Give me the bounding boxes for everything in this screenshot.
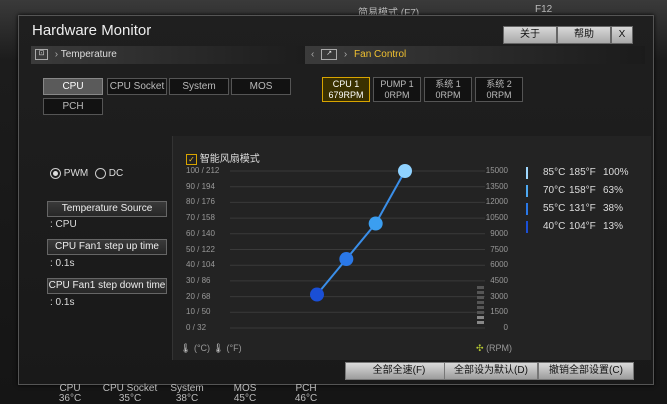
reading-value: 46°C	[294, 393, 318, 404]
reading-value: 45°C	[233, 393, 257, 404]
cancel-all-button[interactable]: 撤销全部设置(C)	[538, 362, 634, 380]
full-speed-button[interactable]: 全部全速(F)	[345, 362, 453, 380]
legend-color-bar	[526, 221, 528, 233]
y-left-tick: 90 / 194	[186, 181, 215, 191]
rpm-units: ✣ (RPM)	[476, 343, 512, 354]
rpm-bar-segment	[477, 306, 484, 309]
y-left-tick: 0 / 32	[186, 323, 207, 332]
legend-celsius: 70°C	[543, 185, 566, 196]
legend-percent: 13%	[603, 221, 624, 232]
y-left-tick: 50 / 122	[186, 244, 215, 254]
rpm-bar-segment	[477, 311, 484, 314]
reading-value: 38°C	[175, 393, 199, 404]
fan-curve-line	[316, 170, 406, 296]
temp-units: 🌡 (°C) 🌡 (°F)	[180, 343, 242, 354]
curve-point	[339, 252, 354, 267]
set-default-button[interactable]: 全部设为默认(D)	[444, 362, 538, 380]
rpm-bar-segment	[477, 286, 484, 289]
rpm-bar-segment	[477, 301, 484, 304]
fan-icon: ✣	[476, 343, 484, 353]
legend-fahrenheit: 131°F	[569, 203, 596, 214]
legend-celsius: 85°C	[543, 167, 566, 178]
rpm-bar-segment	[477, 321, 484, 324]
legend-fahrenheit: 104°F	[569, 221, 596, 232]
legend-color-bar	[526, 203, 528, 215]
y-left-tick: 30 / 86	[186, 275, 211, 285]
y-left-tick: 60 / 140	[186, 228, 215, 238]
fahrenheit-unit[interactable]: (°F)	[227, 343, 242, 353]
rpm-bar-segment	[477, 316, 484, 319]
celsius-unit[interactable]: (°C)	[194, 343, 210, 353]
curve-point	[310, 287, 324, 302]
legend-percent: 63%	[603, 185, 624, 196]
rpm-bar-segment	[477, 296, 484, 299]
legend-fahrenheit: 185°F	[569, 167, 596, 178]
thermometer-icon[interactable]: 🌡	[213, 343, 224, 353]
reading-mos: MOS 45°C	[230, 384, 260, 404]
legend-color-bar	[526, 185, 528, 197]
reading-cpu-socket: CPU Socket 35°C	[100, 384, 160, 404]
legend-percent: 100%	[603, 167, 629, 178]
y-left-tick: 10 / 50	[186, 307, 211, 317]
fan-curve-chart[interactable]	[0, 0, 667, 400]
reading-system: System 38°C	[167, 384, 207, 404]
reading-value: 36°C	[58, 393, 82, 404]
legend-celsius: 55°C	[543, 203, 566, 214]
rpm-scale-bar	[477, 286, 484, 324]
reading-cpu: CPU 36°C	[55, 384, 85, 404]
curve-point	[398, 164, 412, 178]
curve-point	[368, 216, 383, 231]
y-left-tick: 20 / 68	[186, 291, 211, 301]
rpm-unit: (RPM)	[486, 343, 513, 353]
y-left-tick: 80 / 176	[186, 197, 215, 207]
chart-grid	[230, 170, 485, 329]
rpm-bar-segment	[477, 291, 484, 294]
y-left-tick: 40 / 104	[186, 260, 215, 270]
legend-fahrenheit: 158°F	[569, 185, 596, 196]
reading-value: 35°C	[118, 393, 142, 404]
legend-percent: 38%	[603, 203, 624, 214]
legend-color-bar	[526, 167, 528, 179]
y-left-tick: 70 / 158	[186, 213, 215, 223]
legend-celsius: 40°C	[543, 221, 566, 232]
y-left-tick: 100 / 212	[186, 166, 220, 175]
reading-pch: PCH 46°C	[291, 384, 321, 404]
thermometer-icon[interactable]: 🌡	[180, 343, 191, 353]
